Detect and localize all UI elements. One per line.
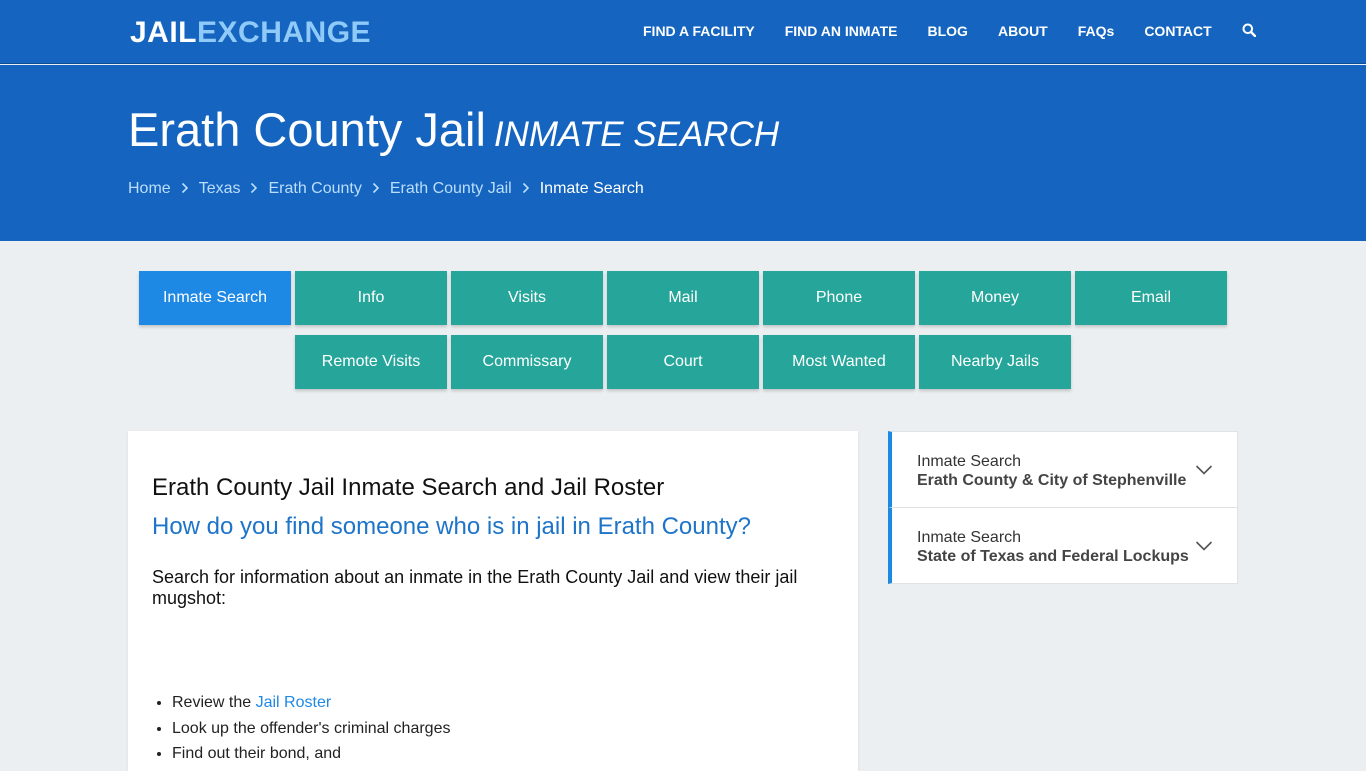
- chevron-right-icon: [249, 179, 259, 199]
- tab-info[interactable]: Info: [295, 271, 447, 325]
- list-item-text: Review the: [172, 694, 256, 711]
- page-hero: Erath County Jail INMATE SEARCH Home Texa…: [0, 65, 1366, 241]
- chevron-right-icon: [180, 179, 190, 199]
- list-item: Find out their bond, and: [172, 741, 450, 767]
- tab-email[interactable]: Email: [1075, 271, 1227, 325]
- nav-blog[interactable]: BLOG: [928, 22, 968, 40]
- list-item: Review the Jail Roster: [172, 690, 450, 716]
- sidebar: Inmate Search Erath County & City of Ste…: [888, 431, 1238, 584]
- chevron-right-icon: [371, 179, 381, 199]
- logo-text-jail: JAIL: [130, 16, 198, 49]
- breadcrumb-texas[interactable]: Texas: [199, 179, 241, 199]
- tab-phone[interactable]: Phone: [763, 271, 915, 325]
- content-question: How do you find someone who is in jail i…: [152, 513, 751, 540]
- accordion-texas-federal-search[interactable]: Inmate Search State of Texas and Federal…: [888, 507, 1238, 584]
- breadcrumb: Home Texas Erath County Erath County Jai…: [128, 179, 644, 199]
- main-nav: FIND A FACILITY FIND AN INMATE BLOG ABOU…: [643, 22, 1258, 40]
- breadcrumb-erath-county-jail[interactable]: Erath County Jail: [390, 179, 512, 199]
- accordion-subtitle: Erath County & City of Stephenville: [917, 472, 1187, 489]
- logo-text-exchange: EXCHANGE: [197, 16, 372, 49]
- accordion-subtitle: State of Texas and Federal Lockups: [917, 548, 1189, 565]
- nav-find-a-facility[interactable]: FIND A FACILITY: [643, 22, 755, 40]
- chevron-down-icon[interactable]: [1195, 463, 1213, 475]
- breadcrumb-home[interactable]: Home: [128, 179, 171, 199]
- nav-contact[interactable]: CONTACT: [1144, 22, 1211, 40]
- tab-mail[interactable]: Mail: [607, 271, 759, 325]
- page-title: Erath County Jail INMATE SEARCH: [128, 102, 779, 163]
- page-title-main: Erath County Jail: [128, 103, 486, 156]
- chevron-down-icon[interactable]: [1195, 539, 1213, 551]
- main-content-card: Erath County Jail Inmate Search and Jail…: [128, 431, 858, 771]
- facility-tabs: Inmate Search Info Visits Mail Phone Mon…: [0, 271, 1366, 399]
- tab-remote-visits[interactable]: Remote Visits: [295, 335, 447, 389]
- content-heading: Erath County Jail Inmate Search and Jail…: [152, 474, 665, 501]
- chevron-right-icon: [521, 179, 531, 199]
- tab-commissary[interactable]: Commissary: [451, 335, 603, 389]
- site-logo[interactable]: JAILEXCHANGE: [130, 16, 371, 50]
- tab-visits[interactable]: Visits: [451, 271, 603, 325]
- tab-money[interactable]: Money: [919, 271, 1071, 325]
- breadcrumb-erath-county[interactable]: Erath County: [268, 179, 361, 199]
- tab-court[interactable]: Court: [607, 335, 759, 389]
- page-title-subtitle: INMATE SEARCH: [493, 115, 780, 154]
- info-list: Review the Jail Roster Look up the offen…: [172, 690, 450, 767]
- accordion-title: Inmate Search: [917, 453, 1022, 470]
- accordion-title: Inmate Search: [917, 529, 1022, 546]
- tab-row-1: Inmate Search Info Visits Mail Phone Mon…: [0, 271, 1366, 325]
- nav-about[interactable]: ABOUT: [998, 22, 1048, 40]
- accordion-erath-county-search[interactable]: Inmate Search Erath County & City of Ste…: [888, 431, 1238, 508]
- breadcrumb-current: Inmate Search: [539, 180, 644, 197]
- nav-find-an-inmate[interactable]: FIND AN INMATE: [785, 22, 898, 40]
- tab-nearby-jails[interactable]: Nearby Jails: [919, 335, 1071, 389]
- nav-faqs[interactable]: FAQs: [1078, 22, 1115, 40]
- content-lead-text: Search for information about an inmate i…: [152, 567, 798, 608]
- tab-row-2: Remote Visits Commissary Court Most Want…: [0, 335, 1366, 389]
- jail-roster-link[interactable]: Jail Roster: [256, 694, 332, 711]
- list-item: Look up the offender's criminal charges: [172, 716, 450, 742]
- tab-inmate-search[interactable]: Inmate Search: [139, 271, 291, 325]
- tab-most-wanted[interactable]: Most Wanted: [763, 335, 915, 389]
- top-navigation-bar: JAILEXCHANGE FIND A FACILITY FIND AN INM…: [0, 0, 1366, 64]
- search-icon[interactable]: [1242, 23, 1258, 39]
